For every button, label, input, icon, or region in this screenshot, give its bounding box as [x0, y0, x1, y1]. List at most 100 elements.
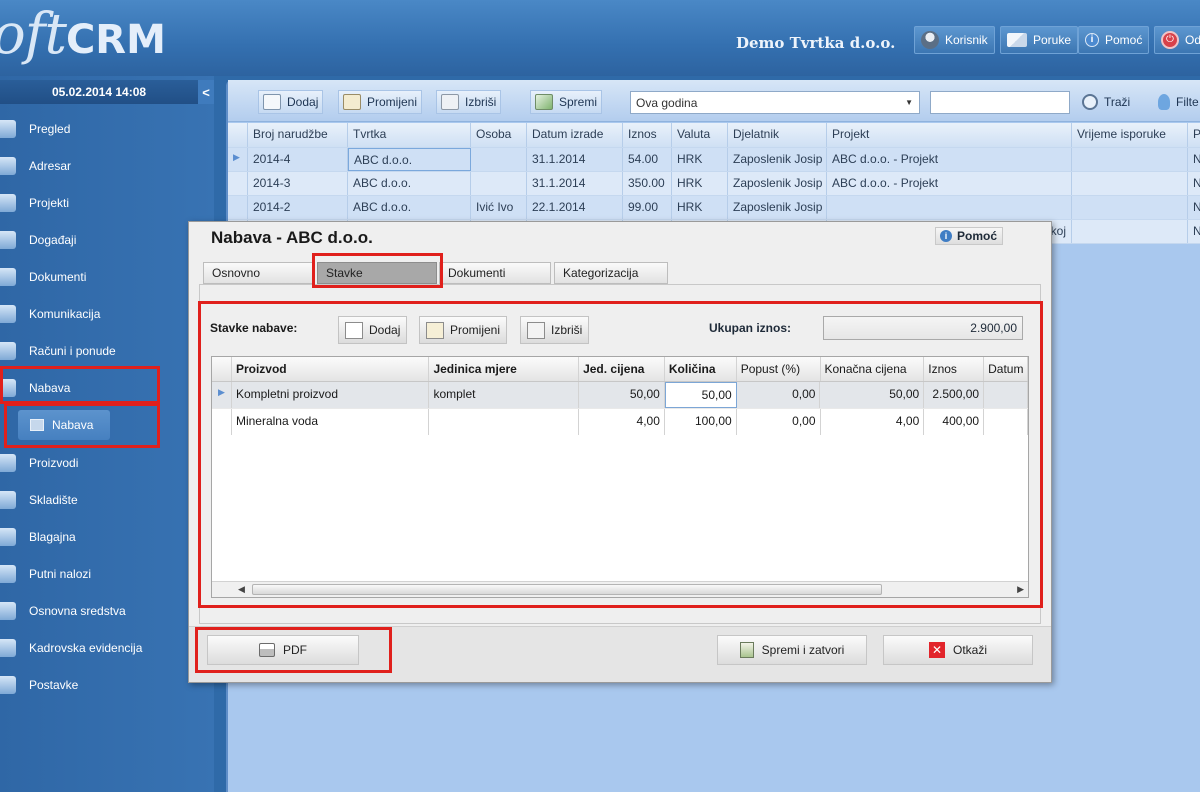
- table-cell: Zaposlenik Josip: [728, 196, 827, 219]
- table-cell: HRK: [672, 196, 728, 219]
- column-header[interactable]: Konačna cijena: [821, 357, 925, 381]
- add-button[interactable]: Dodaj: [258, 90, 324, 114]
- column-header[interactable]: P: [1188, 123, 1200, 147]
- column-header[interactable]: Vrijeme isporuke: [1072, 123, 1188, 147]
- dialog-title: Nabava - ABC d.o.o.: [211, 228, 373, 247]
- table-cell: 2014-3: [248, 172, 348, 195]
- column-header[interactable]: Iznos: [924, 357, 985, 381]
- table-cell: 2014-2: [248, 196, 348, 219]
- column-header[interactable]: Datum izrade: [527, 123, 623, 147]
- sidebar-item-nabava[interactable]: Nabava: [0, 369, 214, 406]
- travel-order-icon: [0, 564, 16, 583]
- column-header[interactable]: Djelatnik: [728, 123, 827, 147]
- address-book-icon: [0, 156, 16, 175]
- delete-icon: [527, 321, 545, 339]
- table-cell: [1072, 148, 1188, 171]
- cancel-button[interactable]: ✕ Otkaži: [883, 635, 1033, 665]
- table-cell: [1072, 220, 1188, 243]
- table-cell: N: [1188, 148, 1200, 171]
- sidebar: 05.02.2014 14:08 < Pregled Adresar Proje…: [0, 76, 214, 792]
- table-cell: ABC d.o.o.: [348, 172, 471, 195]
- quantity-cell-editor[interactable]: 50,00: [664, 382, 737, 408]
- column-header[interactable]: Tvrtka: [348, 123, 471, 147]
- save-close-button[interactable]: Spremi i zatvori: [717, 635, 867, 665]
- sidebar-subitem-nabava[interactable]: Nabava: [18, 410, 110, 440]
- sidebar-item-racuni[interactable]: Računi i ponude: [0, 332, 214, 369]
- column-header[interactable]: Proizvod: [232, 357, 430, 381]
- search-button[interactable]: Traži: [1078, 90, 1134, 114]
- column-header[interactable]: Popust (%): [737, 357, 821, 381]
- sidebar-item-pregled[interactable]: Pregled: [0, 110, 214, 147]
- sidebar-item-osnovna-sredstva[interactable]: Osnovna sredstva: [0, 592, 214, 629]
- column-header[interactable]: Broj narudžbe: [248, 123, 348, 147]
- column-header[interactable]: Osoba: [471, 123, 527, 147]
- table-row[interactable]: 2014-2 ABC d.o.o. Ivić Ivo 22.1.2014 99.…: [228, 196, 1200, 220]
- total-label: Ukupan iznos:: [709, 321, 792, 335]
- column-header[interactable]: Projekt: [827, 123, 1072, 147]
- table-row[interactable]: Mineralna voda 4,00 100,00 0,00 4,00 400…: [212, 409, 1028, 435]
- delete-button[interactable]: Izbriši: [436, 90, 502, 114]
- column-header[interactable]: Datum: [984, 357, 1028, 381]
- filter-button[interactable]: Filte: [1154, 90, 1200, 114]
- scroll-left-icon[interactable]: ◀: [238, 584, 245, 595]
- chevron-down-icon: ▼: [905, 98, 913, 107]
- table-cell: ABC d.o.o. - Projekt: [827, 148, 1072, 171]
- tab-osnovno[interactable]: Osnovno: [203, 262, 315, 284]
- table-cell: [1072, 196, 1188, 219]
- sidebar-item-komunikacija[interactable]: Komunikacija: [0, 295, 214, 332]
- pdf-button[interactable]: PDF: [207, 635, 359, 665]
- column-header[interactable]: Valuta: [672, 123, 728, 147]
- messages-button[interactable]: Poruke: [1000, 26, 1079, 54]
- edit-icon: [343, 94, 361, 110]
- printer-icon: [259, 643, 275, 657]
- app-header: oftCRM Demo Tvrtka d.o.o. Korisnik Poruk…: [0, 0, 1200, 76]
- table-cell: 31.1.2014: [527, 172, 623, 195]
- sidebar-item-dokumenti[interactable]: Dokumenti: [0, 258, 214, 295]
- help-button[interactable]: i Pomoć: [1078, 26, 1150, 54]
- dialog-help-button[interactable]: i Pomoć: [935, 227, 1003, 245]
- tab-kategorizacija[interactable]: Kategorizacija: [554, 262, 668, 284]
- table-row[interactable]: 2014-3 ABC d.o.o. 31.1.2014 350.00 HRK Z…: [228, 172, 1200, 196]
- table-cell: ABC d.o.o. - Projekt: [827, 172, 1072, 195]
- procurement-sub-icon: [30, 419, 44, 431]
- table-cell: 2.500,00: [924, 382, 985, 408]
- scrollbar-thumb[interactable]: [252, 584, 882, 595]
- table-row[interactable]: ▶ Kompletni proizvod komplet 50,00 50,00…: [212, 382, 1028, 409]
- horizontal-scrollbar[interactable]: ◀ ▶: [212, 581, 1028, 597]
- save-button[interactable]: Spremi: [530, 90, 603, 114]
- items-edit-button[interactable]: Promijeni: [419, 316, 508, 344]
- sidebar-item-postavke[interactable]: Postavke: [0, 666, 214, 703]
- table-cell: 0,00: [737, 409, 821, 435]
- column-header[interactable]: Jed. cijena: [579, 357, 665, 381]
- table-row[interactable]: ▶ 2014-4 ABC d.o.o. 31.1.2014 54.00 HRK …: [228, 148, 1200, 172]
- sidebar-item-blagajna[interactable]: Blagajna: [0, 518, 214, 555]
- tab-stavke[interactable]: Stavke: [317, 262, 437, 284]
- sidebar-item-adresar[interactable]: Adresar: [0, 147, 214, 184]
- column-header[interactable]: Količina: [665, 357, 737, 381]
- sidebar-item-projekti[interactable]: Projekti: [0, 184, 214, 221]
- sidebar-item-putni-nalozi[interactable]: Putni nalozi: [0, 555, 214, 592]
- table-cell: 54.00: [623, 148, 672, 171]
- items-add-button[interactable]: Dodaj: [338, 316, 408, 344]
- collapse-sidebar-button[interactable]: <: [198, 80, 214, 104]
- search-input[interactable]: [930, 91, 1070, 114]
- sidebar-item-skladiste[interactable]: Skladište: [0, 481, 214, 518]
- current-datetime: 05.02.2014 14:08: [51, 85, 147, 99]
- column-header[interactable]: Jedinica mjere: [429, 357, 580, 381]
- close-icon: ✕: [928, 642, 945, 658]
- items-delete-button[interactable]: Izbriši: [520, 316, 590, 344]
- column-header[interactable]: Iznos: [623, 123, 672, 147]
- edit-button[interactable]: Promijeni: [338, 90, 423, 114]
- logout-button[interactable]: ⏻ Od: [1154, 26, 1200, 54]
- sidebar-item-kadrovska[interactable]: Kadrovska evidencija: [0, 629, 214, 666]
- period-select[interactable]: Ova godina ▼: [630, 91, 920, 114]
- info-icon: i: [940, 230, 952, 242]
- calendar-icon: [0, 230, 16, 249]
- sidebar-item-proizvodi[interactable]: Proizvodi: [0, 444, 214, 481]
- sidebar-item-dogadaji[interactable]: Događaji: [0, 221, 214, 258]
- main-toolbar: Dodaj Promijeni Izbriši Spremi Ova godin…: [228, 80, 1200, 122]
- table-header: Broj narudžbe Tvrtka Osoba Datum izrade …: [228, 123, 1200, 148]
- tab-dokumenti[interactable]: Dokumenti: [439, 262, 551, 284]
- user-button[interactable]: Korisnik: [914, 26, 995, 54]
- scroll-right-icon[interactable]: ▶: [1017, 584, 1024, 595]
